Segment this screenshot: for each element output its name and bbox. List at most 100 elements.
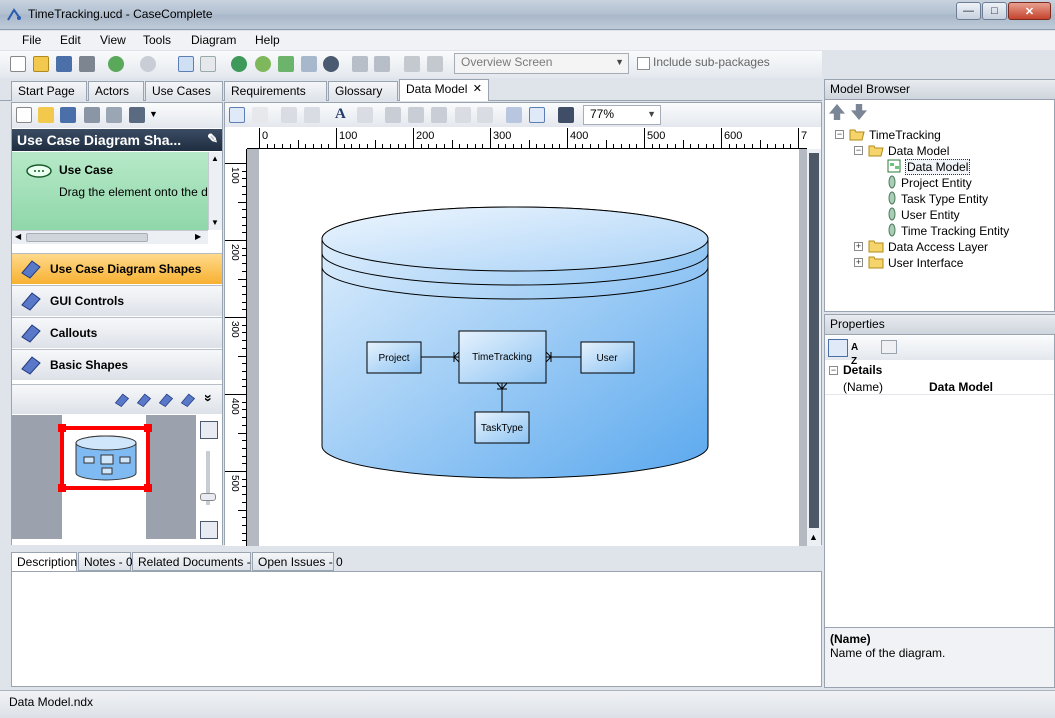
lasso-icon[interactable] [252, 107, 268, 123]
collapse-icon[interactable]: − [835, 130, 844, 139]
menu-file[interactable]: File [22, 33, 41, 47]
tree-item[interactable]: TimeTracking [849, 127, 941, 144]
book-icon[interactable] [136, 392, 152, 408]
collapse-icon[interactable]: − [829, 366, 838, 375]
print-icon[interactable] [79, 56, 95, 72]
text-tool-icon[interactable]: A [335, 106, 346, 123]
vscroll-thumb[interactable] [809, 153, 819, 528]
zoom-slider-thumb[interactable] [200, 493, 216, 501]
menu-tools[interactable]: Tools [143, 33, 171, 47]
tree-item[interactable]: Data Access Layer [868, 239, 988, 256]
tab-notes[interactable]: Notes - 0 [78, 552, 133, 571]
snap-to-grid-icon[interactable] [529, 107, 545, 123]
hscroll-thumb[interactable] [26, 233, 148, 242]
tree-item[interactable]: User Entity [887, 207, 960, 224]
add-requirement-icon[interactable] [278, 56, 294, 72]
scroll-left-icon[interactable]: ◀ [15, 232, 21, 241]
numbering-icon[interactable] [301, 56, 317, 72]
tree-item[interactable]: Project Entity [887, 175, 972, 192]
grid-icon[interactable] [506, 107, 522, 123]
shapes-vscroll[interactable]: ▲ ▼ [208, 152, 222, 230]
prop-row-name[interactable]: (Name) Data Model [825, 379, 1054, 395]
move-down-icon[interactable] [851, 104, 867, 120]
menu-diagram[interactable]: Diagram [191, 33, 236, 47]
scroll-down-icon[interactable]: ▼ [211, 218, 219, 227]
prop-category-details[interactable]: − Details [825, 363, 1054, 379]
tab-actors[interactable]: Actors [88, 81, 144, 101]
shadow-icon[interactable] [558, 107, 574, 123]
scroll-right-icon[interactable]: ▶ [195, 232, 201, 241]
zoom-combo[interactable]: 77% ▼ [583, 105, 661, 125]
add-actor-icon[interactable] [255, 56, 271, 72]
zoom-in-icon[interactable] [200, 421, 218, 439]
tab-start-page[interactable]: Start Page [11, 81, 87, 101]
tree-item[interactable]: Data Model [868, 143, 949, 160]
view-list-icon[interactable] [178, 56, 194, 72]
menu-view[interactable]: View [100, 33, 126, 47]
group-gui-controls[interactable]: GUI Controls [12, 285, 222, 316]
title-bar[interactable]: TimeTracking.ucd - CaseComplete — □ ✕ [0, 0, 1055, 30]
entity-tasktype[interactable]: TaskType [474, 411, 530, 444]
close-tab-icon[interactable]: ✕ [473, 82, 482, 95]
alphabetical-sort-icon[interactable]: AZ [851, 339, 871, 367]
add-usecase-icon[interactable] [231, 56, 247, 72]
prop-name-value[interactable]: Data Model [929, 380, 993, 394]
canvas-vscroll[interactable]: ▲ [807, 149, 821, 546]
menu-help[interactable]: Help [255, 33, 280, 47]
zoom-out-minus-icon[interactable] [374, 56, 390, 72]
tree-item[interactable]: Time Tracking Entity [887, 223, 1009, 240]
entity-user[interactable]: User [580, 341, 635, 374]
include-subpackages-checkbox[interactable] [637, 57, 650, 70]
book-icon[interactable] [114, 392, 130, 408]
save-all-icon[interactable] [56, 56, 72, 72]
scroll-up-icon[interactable]: ▲ [809, 532, 818, 542]
overview-viewport-selection[interactable] [58, 424, 152, 492]
shapes-hscroll[interactable]: ◀ ▶ [12, 230, 208, 244]
book-icon[interactable]: ✎ [207, 131, 218, 147]
use-case-shape-item[interactable]: Use Case [59, 163, 113, 177]
expand-more-icon[interactable]: » [201, 394, 217, 402]
magic-connector-icon[interactable] [304, 107, 320, 123]
copy-icon[interactable] [408, 107, 424, 123]
save-icon[interactable] [60, 107, 76, 123]
new-file-icon[interactable] [10, 56, 26, 72]
new-icon[interactable] [16, 107, 32, 123]
connector-icon[interactable] [281, 107, 297, 123]
pointer-icon[interactable] [229, 107, 245, 123]
minimize-button[interactable]: — [956, 2, 981, 20]
delete-icon[interactable] [455, 107, 471, 123]
categorized-icon[interactable] [828, 339, 848, 357]
diagram-page[interactable]: Project TimeTracking User TaskType [259, 149, 799, 546]
paste-icon[interactable] [431, 107, 447, 123]
view-mode-icon[interactable] [129, 107, 145, 123]
tab-glossary[interactable]: Glossary [328, 81, 398, 101]
cut-icon[interactable] [385, 107, 401, 123]
close-button[interactable]: ✕ [1008, 2, 1051, 20]
view-detail-icon[interactable] [200, 56, 216, 72]
description-textarea[interactable] [11, 571, 822, 687]
book-icon[interactable] [158, 392, 174, 408]
find-binoculars-icon[interactable] [323, 56, 339, 72]
maximize-button[interactable]: □ [982, 2, 1007, 20]
zoom-in-plus-icon[interactable] [352, 56, 368, 72]
undo-icon[interactable] [108, 56, 124, 72]
group-use-case-diagram-shapes[interactable]: Use Case Diagram Shapes [12, 253, 222, 284]
redo-icon[interactable] [140, 56, 156, 72]
entity-timetracking[interactable]: TimeTracking [458, 330, 547, 384]
menu-edit[interactable]: Edit [60, 33, 81, 47]
tab-data-model[interactable]: Data Model ✕ [399, 79, 489, 101]
group-callouts[interactable]: Callouts [12, 317, 222, 348]
book-icon[interactable] [180, 392, 196, 408]
open-icon[interactable] [38, 107, 54, 123]
diagram-overview[interactable] [12, 415, 222, 545]
collapse-icon[interactable]: − [854, 146, 863, 155]
scroll-up-icon[interactable]: ▲ [211, 154, 219, 163]
tab-related-documents[interactable]: Related Documents - 0 [132, 552, 261, 571]
tab-open-issues[interactable]: Open Issues - 0 [252, 552, 343, 571]
view-mode-dropdown-icon[interactable]: ▼ [149, 109, 158, 119]
tree-item[interactable]: User Interface [868, 255, 963, 272]
zoom-out-icon[interactable] [200, 521, 218, 539]
expand-icon[interactable]: + [854, 258, 863, 267]
open-folder-icon[interactable] [33, 56, 49, 72]
expand-icon[interactable]: + [854, 242, 863, 251]
